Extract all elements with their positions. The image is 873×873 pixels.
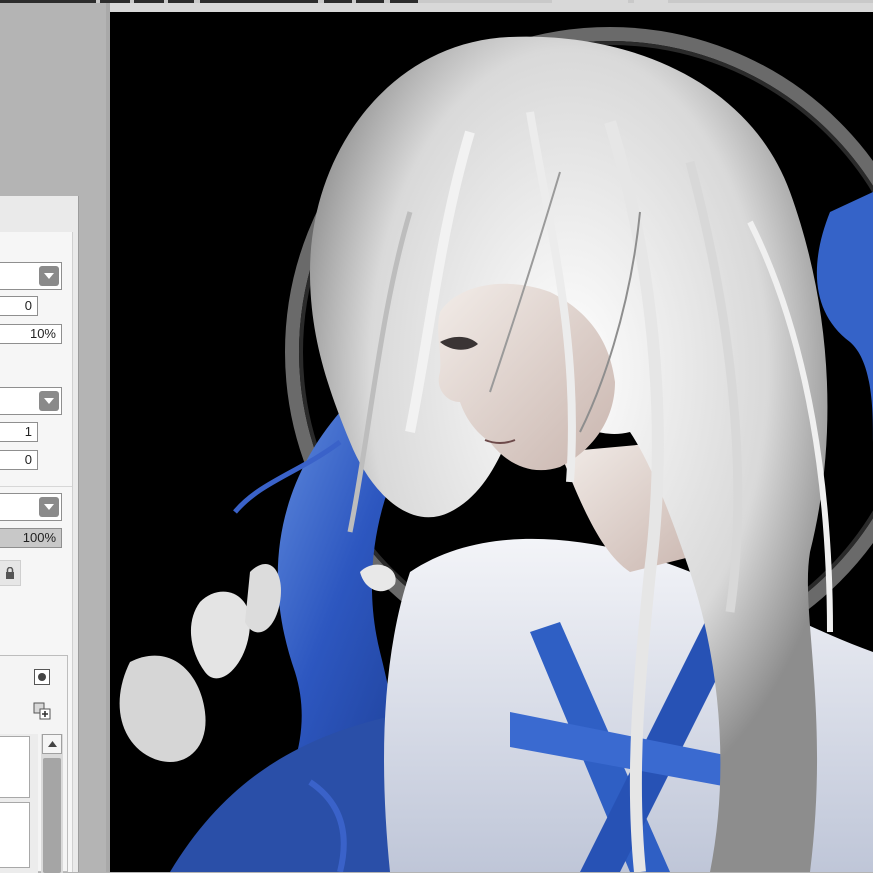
scroll-thumb[interactable] xyxy=(43,758,61,873)
number-field-1[interactable]: 0 xyxy=(0,296,38,316)
layer-thumbnail[interactable] xyxy=(0,736,30,798)
artwork-illustration xyxy=(119,27,873,872)
drawing-canvas[interactable] xyxy=(110,12,873,872)
blend-mode-dropdown-2[interactable] xyxy=(0,387,62,415)
chevron-down-icon[interactable] xyxy=(39,391,59,411)
layer-list xyxy=(0,734,38,873)
percent-field-1[interactable]: 10% xyxy=(0,324,62,344)
number-field-2[interactable]: 1 xyxy=(0,422,38,442)
new-layer-icon[interactable] xyxy=(33,702,51,720)
blend-mode-dropdown-3[interactable] xyxy=(0,493,62,521)
scroll-up-icon[interactable] xyxy=(42,734,62,754)
layer-thumbnail[interactable] xyxy=(0,802,30,868)
lock-icon[interactable] xyxy=(0,560,21,586)
number-field-3[interactable]: 0 xyxy=(0,450,38,470)
layer-panel xyxy=(0,655,68,873)
blend-mode-dropdown-1[interactable] xyxy=(0,262,62,290)
opacity-field[interactable]: 100% xyxy=(0,528,62,548)
divider xyxy=(0,486,72,487)
record-icon[interactable] xyxy=(33,668,51,686)
canvas-ruler xyxy=(110,3,873,12)
layer-scrollbar[interactable] xyxy=(41,734,63,873)
chevron-down-icon[interactable] xyxy=(39,497,59,517)
chevron-down-icon[interactable] xyxy=(39,266,59,286)
